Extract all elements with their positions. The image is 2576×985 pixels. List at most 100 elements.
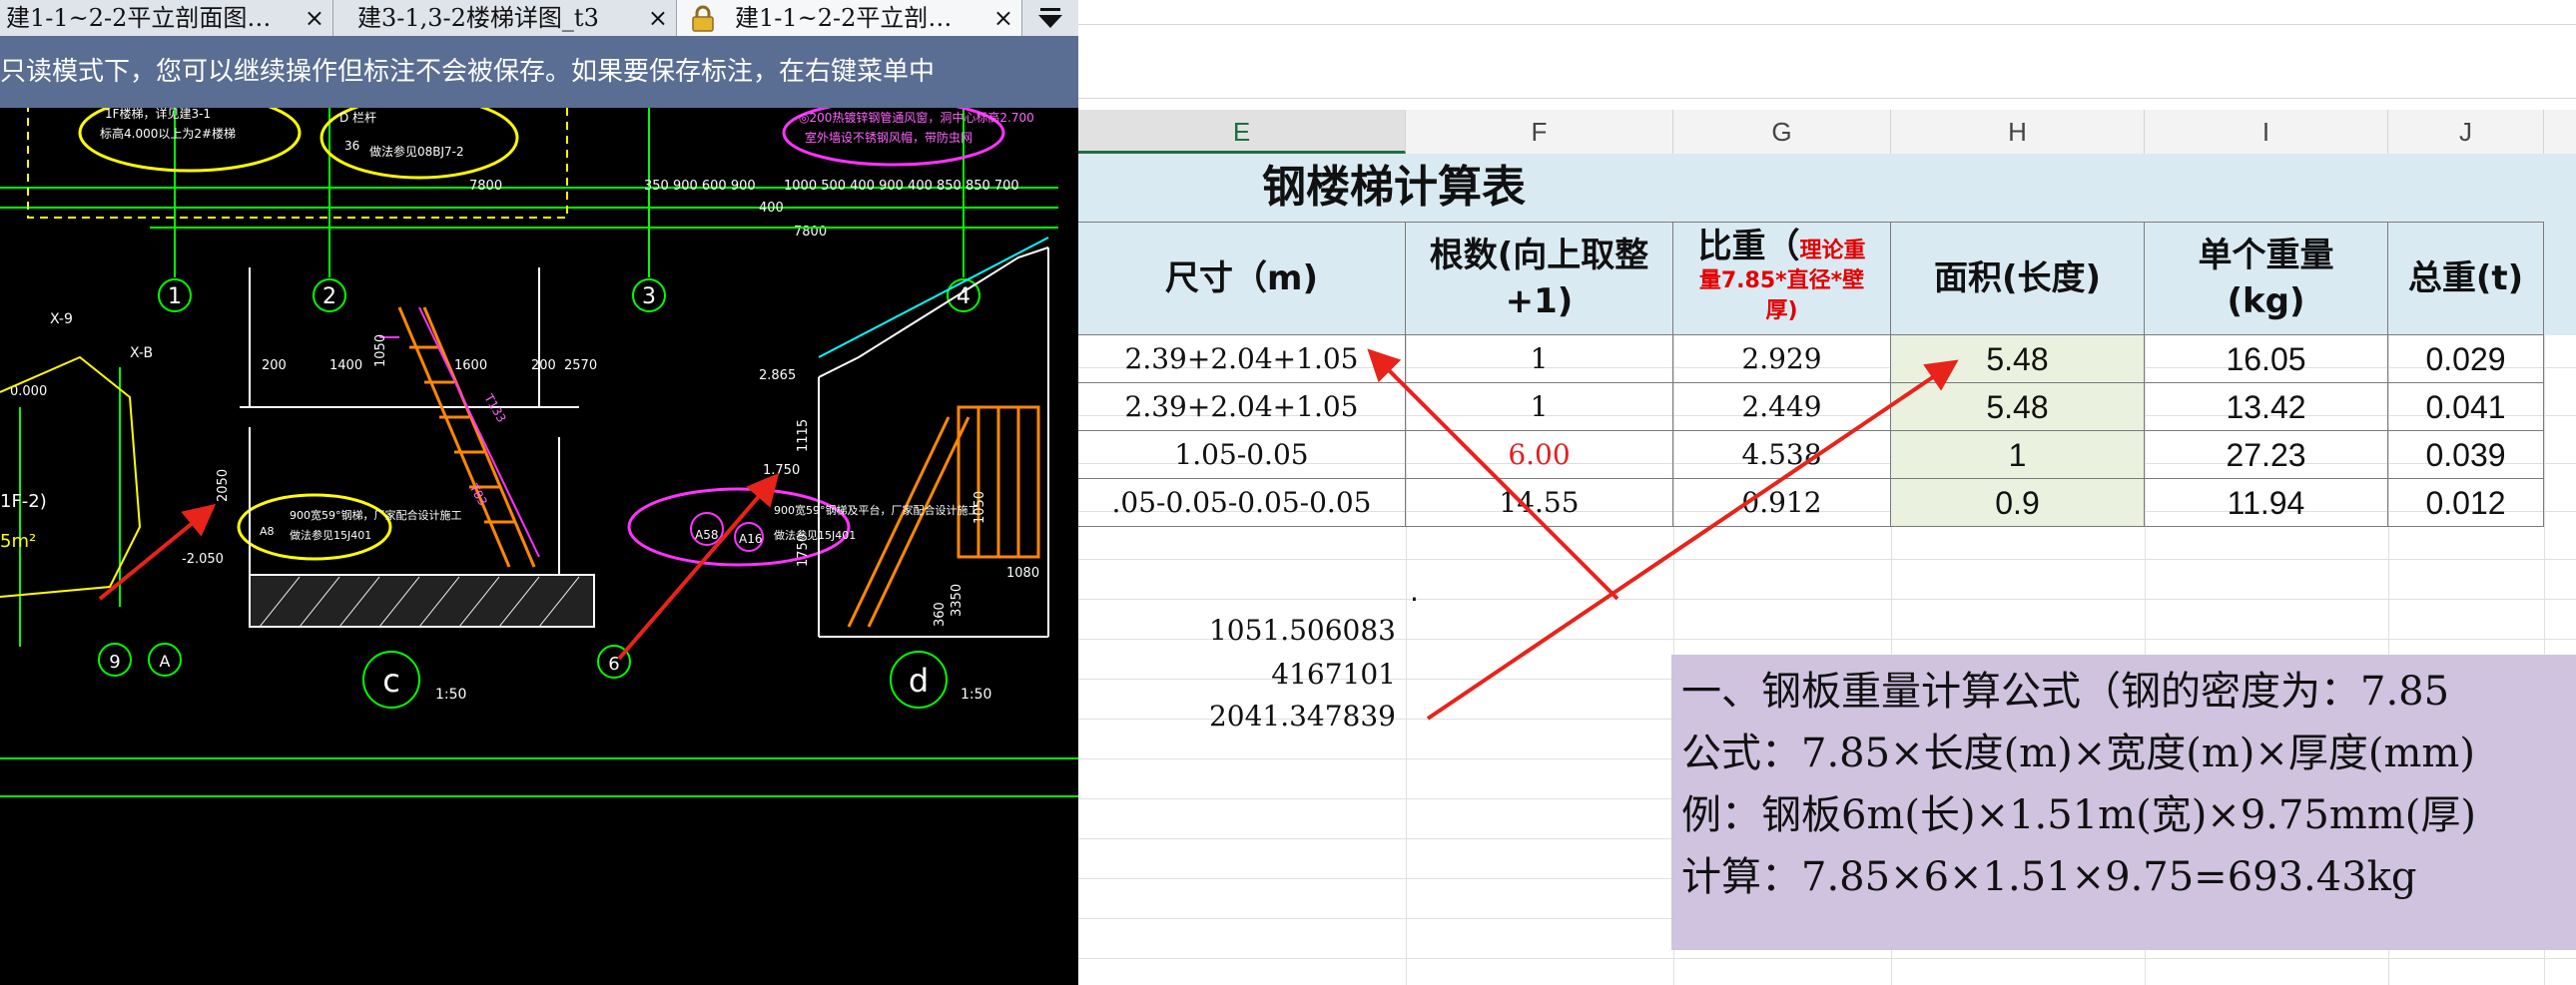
svg-text:900宽59°钢梯，厂家配合设计施工: 900宽59°钢梯，厂家配合设计施工 (290, 508, 462, 522)
svg-text:2570: 2570 (564, 358, 597, 373)
header-area[interactable]: 面积(长度) (1891, 222, 2145, 335)
close-icon[interactable]: × (993, 0, 1013, 36)
formula-line: 计算：7.85×6×1.51×9.75=693.43kg (1681, 854, 2417, 900)
svg-text:1.750: 1.750 (763, 463, 800, 478)
svg-text:A: A (160, 652, 171, 671)
svg-text:做法参见08BJ7-2: 做法参见08BJ7-2 (369, 144, 464, 159)
svg-text:做法参见15J401: 做法参见15J401 (774, 528, 856, 542)
cell-total[interactable]: 0.029 (2388, 335, 2544, 383)
cell-count[interactable]: 1 (1406, 383, 1673, 431)
svg-text:3: 3 (642, 284, 656, 309)
column-header-i[interactable]: I (2145, 110, 2388, 154)
svg-text:2.865: 2.865 (759, 368, 796, 383)
tab-drawing-3-active[interactable]: 建1-1~2-2平立剖… × (677, 0, 1022, 36)
tab-list-dropdown-icon[interactable] (1022, 0, 1078, 36)
svg-text:A8: A8 (260, 525, 275, 538)
svg-text:D 栏杆: D 栏杆 (339, 110, 376, 125)
cell-number[interactable]: 1051.506083 (1078, 611, 1402, 651)
cell-count[interactable]: 14.55 (1406, 479, 1673, 527)
svg-text:6: 6 (608, 654, 619, 675)
cell-size[interactable]: 1.05-0.05 (1078, 431, 1406, 479)
svg-text:1400: 1400 (329, 358, 362, 373)
column-header-row: E F G H I J (1078, 110, 2576, 155)
cell-density[interactable]: 2.929 (1673, 335, 1891, 383)
svg-text:1: 1 (168, 284, 182, 309)
cell-size[interactable]: 2.39+2.04+1.05 (1078, 335, 1406, 383)
formula-input[interactable] (1078, 26, 2576, 99)
svg-text:-2.050: -2.050 (182, 552, 224, 567)
cell-total[interactable]: 0.039 (2388, 431, 2544, 479)
svg-text:1115: 1115 (796, 419, 811, 452)
cell-area[interactable]: 5.48 (1891, 383, 2145, 431)
tab-drawing-2[interactable]: 建3-1,3-2楼梯详图_t3 × (333, 0, 677, 36)
cell-density[interactable]: 4.538 (1673, 431, 1891, 479)
svg-text:7800: 7800 (469, 179, 502, 194)
cad-left-labels: X-9 X-B 1F-2) 5m² (0, 311, 153, 552)
cell-total[interactable]: 0.012 (2388, 479, 2544, 527)
stray-dot-cell[interactable]: . (1410, 575, 1419, 608)
header-size[interactable]: 尺寸（m) (1078, 222, 1406, 335)
header-count[interactable]: 根数(向上取整 +1) (1406, 222, 1673, 335)
column-header-h[interactable]: H (1891, 110, 2145, 154)
table-title[interactable]: 钢楼梯计算表 (1262, 154, 1526, 222)
svg-text:2050: 2050 (216, 469, 231, 502)
cad-viewer-window: 建1-1~2-2平立剖面图… × 建3-1,3-2楼梯详图_t3 × 建1-1~… (0, 0, 1078, 985)
svg-text:400: 400 (759, 201, 784, 216)
column-header-g[interactable]: G (1673, 110, 1891, 154)
svg-text:X-B: X-B (130, 345, 153, 361)
svg-text:标高4.000以上为2#楼梯: 标高4.000以上为2#楼梯 (100, 126, 236, 141)
cad-tab-bar: 建1-1~2-2平立剖面图… × 建3-1,3-2楼梯详图_t3 × 建1-1~… (0, 0, 1078, 37)
cell-count[interactable]: 6.00 (1406, 431, 1673, 479)
readonly-notice-bar: 只读模式下，您可以继续操作但标注不会被保存。如果要保存标注，在右键菜单中 (0, 36, 1078, 108)
cell-count[interactable]: 1 (1406, 335, 1673, 383)
cell-unit-weight[interactable]: 11.94 (2145, 479, 2388, 527)
cell-size[interactable]: .05-0.05-0.05-0.05 (1078, 479, 1406, 527)
svg-text:1:50: 1:50 (435, 687, 466, 703)
cell-density[interactable]: 2.449 (1673, 383, 1891, 431)
close-icon[interactable]: × (305, 0, 324, 36)
svg-text:1000 500 400 900 400 850 850 7: 1000 500 400 900 400 850 850 700 (784, 179, 1019, 194)
cell-area[interactable]: 1 (1891, 431, 2145, 479)
cell-number[interactable]: 2041.347839 (1078, 697, 1402, 737)
svg-text:1F楼梯，详见建3-1: 1F楼梯，详见建3-1 (105, 108, 211, 121)
formula-line: 一、钢板重量计算公式（钢的密度为：7.85 (1681, 669, 2450, 715)
cad-stair-c (397, 306, 536, 568)
column-header-e[interactable]: E (1078, 110, 1406, 154)
header-density[interactable]: 比重（理论重 量7.85*直径*壁 厚) (1673, 222, 1891, 335)
formula-note-box[interactable]: 一、钢板重量计算公式（钢的密度为：7.85 公式：7.85×长度(m)×宽度(m… (1671, 655, 2576, 950)
cell-unit-weight[interactable]: 27.23 (2145, 431, 2388, 479)
column-header-f[interactable]: F (1406, 110, 1673, 154)
cad-note-a58: 900宽59°钢梯及平台，厂家配合设计施工 做法参见15J401 (774, 503, 979, 542)
tab-label: 建1-1~2-2平立剖面图… (6, 4, 272, 32)
cad-section-d-rail (818, 237, 1049, 358)
svg-text:A58: A58 (695, 528, 718, 542)
cell-total[interactable]: 0.041 (2388, 383, 2544, 431)
cell-density[interactable]: 0.912 (1673, 479, 1891, 527)
svg-text:360: 360 (933, 602, 948, 627)
column-header-j[interactable]: J (2388, 110, 2544, 154)
cad-drawing-canvas[interactable]: 1F楼梯，详见建3-1 标高4.000以上为2#楼梯 D 栏杆 3 6 做法参见0… (0, 108, 1078, 985)
tab-drawing-1[interactable]: 建1-1~2-2平立剖面图… × (0, 0, 333, 36)
svg-text:A16: A16 (739, 532, 762, 546)
cell-number[interactable]: 4167101 (1078, 655, 1402, 695)
formula-line: 例：钢板6m(长)×1.51m(宽)×9.75mm(厚) (1681, 792, 2476, 838)
header-total[interactable]: 总重(t) (2388, 222, 2544, 335)
cell-unit-weight[interactable]: 13.42 (2145, 383, 2388, 431)
svg-text:900宽59°钢梯及平台，厂家配合设计施工: 900宽59°钢梯及平台，厂家配合设计施工 (774, 503, 979, 517)
cell-size[interactable]: 2.39+2.04+1.05 (1078, 383, 1406, 431)
cad-stair-d (847, 405, 1040, 628)
tab-label: 建3-1,3-2楼梯详图_t3 (357, 4, 599, 32)
cell-area[interactable]: 5.48 (1891, 335, 2145, 383)
header-unit-weight[interactable]: 单个重量 (kg) (2145, 222, 2388, 335)
cell-unit-weight[interactable]: 16.05 (2145, 335, 2388, 383)
svg-text:X-9: X-9 (50, 311, 73, 327)
svg-text:1600: 1600 (454, 358, 487, 373)
close-icon[interactable]: × (648, 0, 668, 36)
svg-text:3350: 3350 (950, 584, 965, 617)
svg-text:1080: 1080 (1006, 566, 1039, 581)
cell-area[interactable]: 0.9 (1891, 479, 2145, 527)
svg-text:T83: T83 (466, 481, 490, 508)
cad-note-a8: 900宽59°钢梯，厂家配合设计施工 做法参见15J401 A8 (260, 508, 462, 542)
cad-detail-labels: A58 A16 (695, 528, 762, 546)
svg-text:350 900 600 900: 350 900 600 900 (644, 179, 756, 194)
